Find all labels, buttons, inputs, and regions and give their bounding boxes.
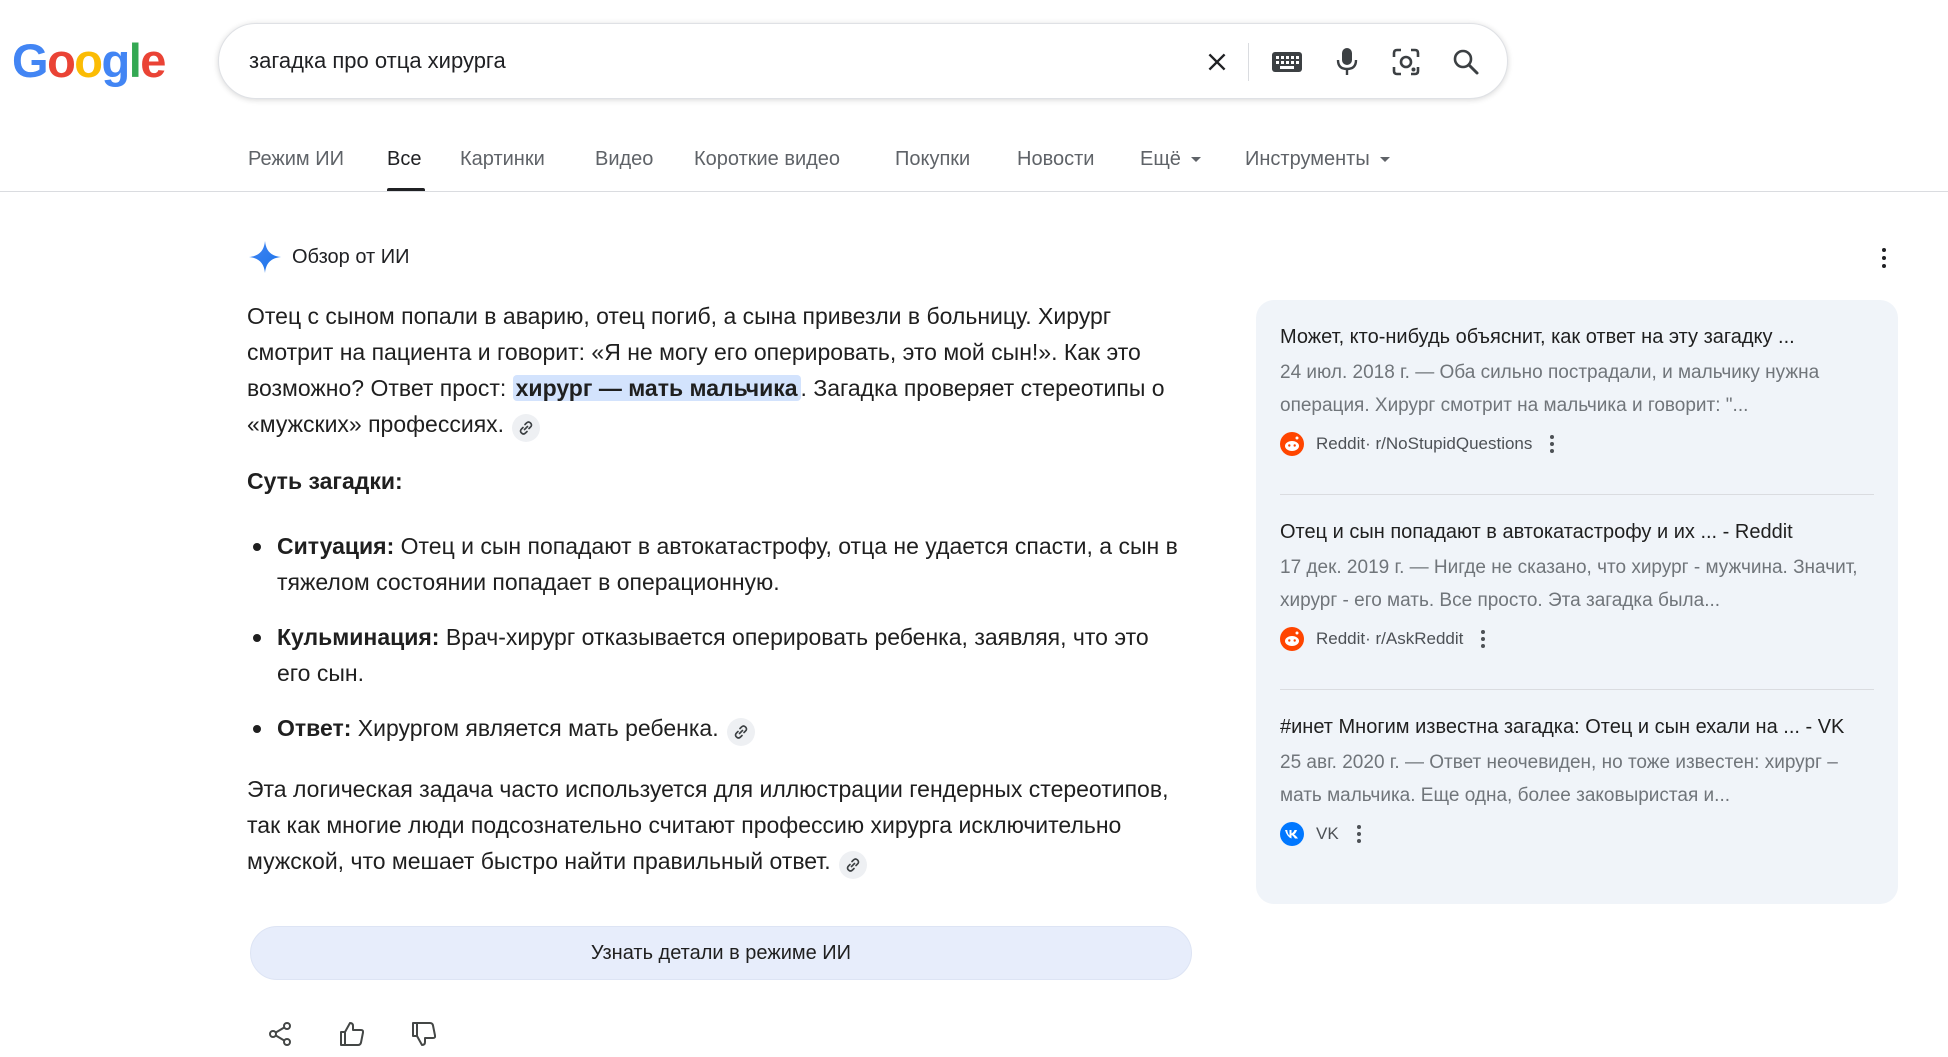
thumbs-down-icon[interactable] [408,1018,440,1050]
search-box[interactable]: загадка про отца хирурга [218,23,1508,99]
list-item: Ответ: Хирургом является мать ребенка. [247,710,1187,746]
ai-overview-label: Обзор от ИИ [292,245,410,268]
source-snippet: 17 дек. 2019 г. — Нигде не сказано, что … [1280,557,1858,611]
vk-icon [1280,822,1304,846]
reddit-icon [1280,627,1304,651]
microphone-icon[interactable] [1327,42,1367,82]
source-card[interactable]: Отец и сын попадают в автокатастрофу и и… [1280,520,1874,651]
google-logo[interactable]: Google [12,36,166,86]
gemini-sparkle-icon [249,241,281,273]
sources-panel: Может, кто-нибудь объяснит, как ответ на… [1256,300,1898,904]
reddit-icon [1280,432,1304,456]
search-divider [1248,43,1249,81]
search-input[interactable]: загадка про отца хирурга [249,48,506,74]
ai-mode-details-button[interactable]: Узнать детали в режиме ИИ [250,926,1192,980]
chevron-down-icon [1190,157,1201,163]
tab-shopping[interactable]: Покупки [895,148,970,171]
tab-tools[interactable]: Инструменты [1245,148,1390,171]
source-title[interactable]: #инет Многим известна загадка: Отец и сы… [1280,715,1874,740]
answer-highlight: хирург — мать мальчика [512,375,801,401]
lens-icon[interactable] [1386,42,1426,82]
source-title[interactable]: Отец и сын попадают в автокатастрофу и и… [1280,520,1874,545]
more-options-icon[interactable] [1356,825,1361,843]
source-meta: Reddit · r/AskReddit [1280,627,1874,651]
source-card[interactable]: Может, кто-нибудь объяснит, как ответ на… [1280,325,1874,456]
ai-overview-conclusion: Эта логическая задача часто используется… [247,771,1187,879]
source-title[interactable]: Может, кто-нибудь объяснит, как ответ на… [1280,325,1874,350]
riddle-bullets: Ситуация: Отец и сын попадают в автоката… [247,528,1187,765]
search-icon[interactable] [1446,42,1486,82]
source-divider [1280,494,1874,495]
source-card[interactable]: #инет Многим известна загадка: Отец и сы… [1280,715,1874,846]
section-title: Суть загадки: [247,468,403,494]
source-link-icon[interactable] [726,718,755,746]
ai-overview-header: Обзор от ИИ [248,240,409,274]
list-item: Кульминация: Врач-хирург отказывается оп… [247,619,1187,691]
more-options-icon[interactable] [1481,630,1486,648]
tab-news[interactable]: Новости [1017,148,1094,171]
source-meta: Reddit · r/NoStupidQuestions [1280,432,1874,456]
source-meta: VK [1280,822,1874,846]
source-snippet: 24 июл. 2018 г. — Оба сильно пострадали,… [1280,362,1820,416]
source-link-icon[interactable] [512,414,541,442]
search-results-page: Google загадка про отца хирурга Режим ИИ… [0,0,1948,1057]
source-link-icon[interactable] [838,851,867,879]
source-snippet: 25 авг. 2020 г. — Ответ неочевиден, но т… [1280,752,1838,806]
tab-images[interactable]: Картинки [460,148,545,171]
keyboard-icon[interactable] [1267,42,1307,82]
header-divider [0,191,1948,192]
more-options-icon[interactable] [1872,245,1896,271]
thumbs-up-icon[interactable] [336,1018,368,1050]
more-options-icon[interactable] [1550,435,1555,453]
list-item: Ситуация: Отец и сын попадают в автоката… [247,528,1187,600]
tab-ai-mode[interactable]: Режим ИИ [248,148,344,171]
tab-short-videos[interactable]: Короткие видео [694,148,840,171]
tab-videos[interactable]: Видео [595,148,653,171]
tab-all[interactable]: Все [387,148,421,171]
tab-more[interactable]: Ещё [1140,148,1201,171]
close-icon[interactable] [1197,42,1237,82]
chevron-down-icon [1379,157,1390,163]
share-icon[interactable] [264,1018,296,1050]
ai-overview-intro: Отец с сыном попали в аварию, отец погиб… [247,298,1187,442]
source-divider [1280,689,1874,690]
